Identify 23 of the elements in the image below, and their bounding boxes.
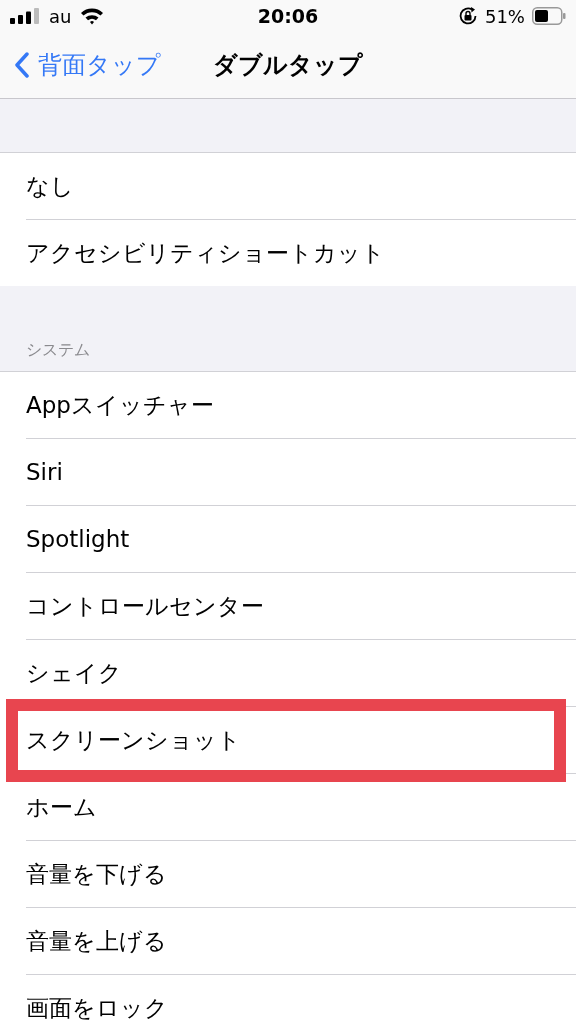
- page-title: ダブルタップ: [213, 50, 363, 81]
- rotation-lock-icon: [457, 6, 478, 26]
- carrier-name: au: [49, 5, 72, 27]
- wifi-icon: [80, 7, 105, 25]
- list-item[interactable]: Siri: [26, 439, 576, 506]
- list-item[interactable]: Spotlight: [26, 506, 576, 573]
- list-item[interactable]: なし: [26, 153, 576, 220]
- battery-percent: 51%: [484, 5, 525, 27]
- list-item[interactable]: シェイク: [26, 640, 576, 707]
- list-item[interactable]: アクセシビリティショートカット: [26, 220, 576, 286]
- section-header: システム: [25, 340, 90, 361]
- list-item[interactable]: 音量を上げる: [26, 908, 576, 975]
- list-item[interactable]: Appスイッチャー: [26, 372, 576, 439]
- list-item[interactable]: 画面をロック: [26, 975, 576, 1024]
- list-item[interactable]: コントロールセンター: [26, 573, 576, 640]
- back-button[interactable]: 背面タップ: [0, 49, 161, 81]
- list-item[interactable]: スクリーンショット: [26, 707, 576, 774]
- chevron-left-icon: [14, 52, 30, 78]
- list-item[interactable]: ホーム: [26, 774, 576, 841]
- clock-time: 20:06: [257, 5, 319, 27]
- list-item[interactable]: 音量を下げる: [26, 841, 576, 908]
- signal-icon: [10, 8, 40, 24]
- battery-icon: [532, 7, 566, 25]
